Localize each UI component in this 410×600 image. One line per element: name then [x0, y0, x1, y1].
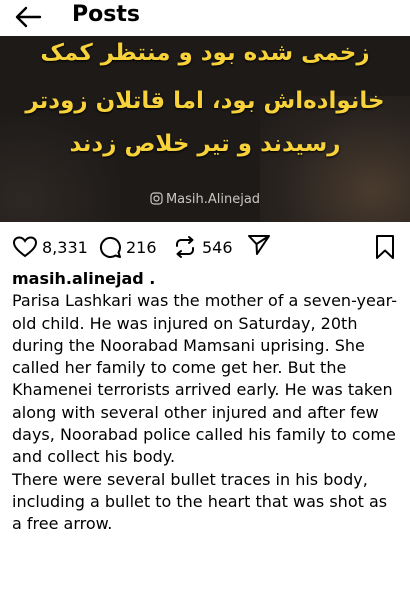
- bookmark-icon: [376, 235, 394, 259]
- comment-button[interactable]: 216: [98, 234, 157, 260]
- comment-count: 216: [126, 237, 157, 257]
- back-arrow-icon[interactable]: [12, 4, 44, 30]
- send-icon: [248, 235, 270, 255]
- comment-bubble-icon: [99, 236, 121, 258]
- post-image[interactable]: زخمی شده بود و منتظر کمک خانواده‌اش بود،…: [0, 36, 410, 222]
- image-watermark: Masih.Alinejad: [0, 192, 410, 207]
- image-text-line-3: رسیدند و تیر خلاص زدند: [69, 131, 341, 157]
- share-button[interactable]: [246, 232, 276, 258]
- save-button[interactable]: [374, 234, 396, 264]
- page-title: Posts: [72, 2, 140, 27]
- repost-icon: [176, 236, 194, 258]
- repost-button[interactable]: 546: [172, 234, 233, 260]
- image-text-line-1: زخمی شده بود و منتظر کمک: [40, 40, 370, 66]
- caption-paragraph-1: Parisa Lashkari was the mother of a seve…: [12, 291, 397, 467]
- like-count: 8,331: [42, 237, 88, 257]
- image-text-line-2: خانواده‌اش بود، اما قاتلان زودتر: [25, 88, 385, 114]
- username[interactable]: masih.alinejad .: [12, 268, 398, 290]
- caption-paragraph-2: There were several bullet traces in his …: [12, 469, 388, 534]
- like-button[interactable]: 8,331: [12, 234, 88, 260]
- post-caption: masih.alinejad . Parisa Lashkari was the…: [12, 268, 398, 536]
- heart-icon: [12, 236, 38, 258]
- post-actions: 8,331 216 546: [0, 230, 410, 264]
- repost-count: 546: [202, 237, 233, 257]
- instagram-icon: [150, 192, 163, 205]
- watermark-text: Masih.Alinejad: [165, 192, 261, 207]
- top-bar: Posts: [0, 0, 410, 36]
